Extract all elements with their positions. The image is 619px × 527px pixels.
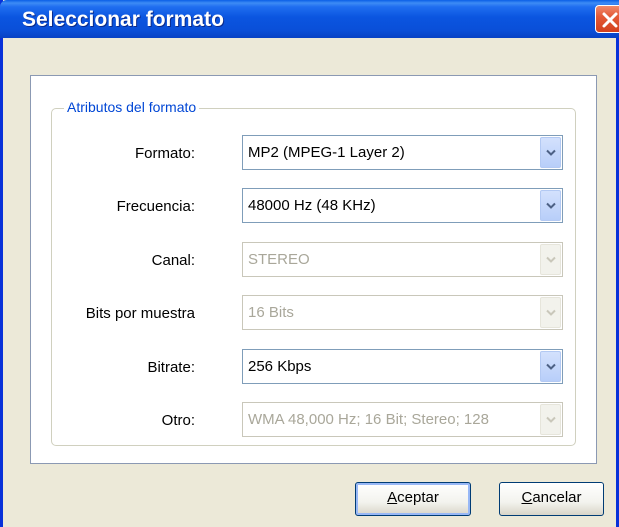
chevron-down-icon [546, 256, 556, 263]
bits-per-sample-dropdown-button [540, 297, 561, 328]
bitrate-select[interactable]: 256 Kbps [242, 349, 563, 384]
format-select-value: MP2 (MPEG-1 Layer 2) [248, 144, 405, 161]
content-panel: Atributos del formato Formato: MP2 (MPEG… [30, 75, 597, 464]
chevron-down-icon [546, 416, 556, 423]
bits-per-sample-select-value: 16 Bits [248, 304, 294, 321]
cancel-mnemonic: C [521, 489, 533, 506]
dialog-title: Seleccionar formato [22, 8, 224, 31]
accept-mnemonic: A [387, 489, 398, 506]
format-label: Formato: [134, 145, 195, 162]
chevron-down-icon [546, 363, 556, 370]
format-attributes-group: Atributos del formato Formato: MP2 (MPEG… [51, 99, 576, 446]
bitrate-label: Bitrate: [147, 359, 195, 376]
frequency-select[interactable]: 48000 Hz (48 KHz) [242, 188, 563, 223]
chevron-down-icon [546, 309, 556, 316]
dialog-window: Seleccionar formato Atributos del format… [0, 0, 619, 527]
other-label: Otro: [161, 412, 195, 429]
bits-per-sample-label: Bits por muestra [85, 305, 195, 322]
format-select[interactable]: MP2 (MPEG-1 Layer 2) [242, 135, 563, 170]
channel-dropdown-button [540, 244, 561, 275]
accept-label: ceptar [397, 489, 439, 506]
group-legend: Atributos del formato [64, 99, 200, 115]
frequency-dropdown-button[interactable] [540, 190, 561, 221]
cancel-label: ancelar [532, 489, 582, 506]
accept-button[interactable]: Aceptar [355, 482, 471, 516]
title-bar[interactable]: Seleccionar formato [0, 0, 619, 38]
close-icon [602, 12, 618, 28]
bitrate-select-value: 256 Kbps [248, 358, 312, 375]
other-select: WMA 48,000 Hz; 16 Bit; Stereo; 128 [242, 402, 563, 437]
format-dropdown-button[interactable] [540, 137, 561, 168]
bits-per-sample-select: 16 Bits [242, 295, 563, 330]
other-select-value: WMA 48,000 Hz; 16 Bit; Stereo; 128 [248, 411, 489, 428]
chevron-down-icon [546, 202, 556, 209]
channel-select-value: STEREO [248, 251, 310, 268]
cancel-button[interactable]: Cancelar [499, 482, 604, 516]
channel-select: STEREO [242, 242, 563, 277]
chevron-down-icon [546, 149, 556, 156]
frequency-label: Frecuencia: [116, 198, 195, 215]
bitrate-dropdown-button[interactable] [540, 351, 561, 382]
frequency-select-value: 48000 Hz (48 KHz) [248, 197, 376, 214]
close-button[interactable] [595, 5, 619, 33]
other-dropdown-button [540, 404, 561, 435]
channel-label: Canal: [151, 252, 195, 269]
